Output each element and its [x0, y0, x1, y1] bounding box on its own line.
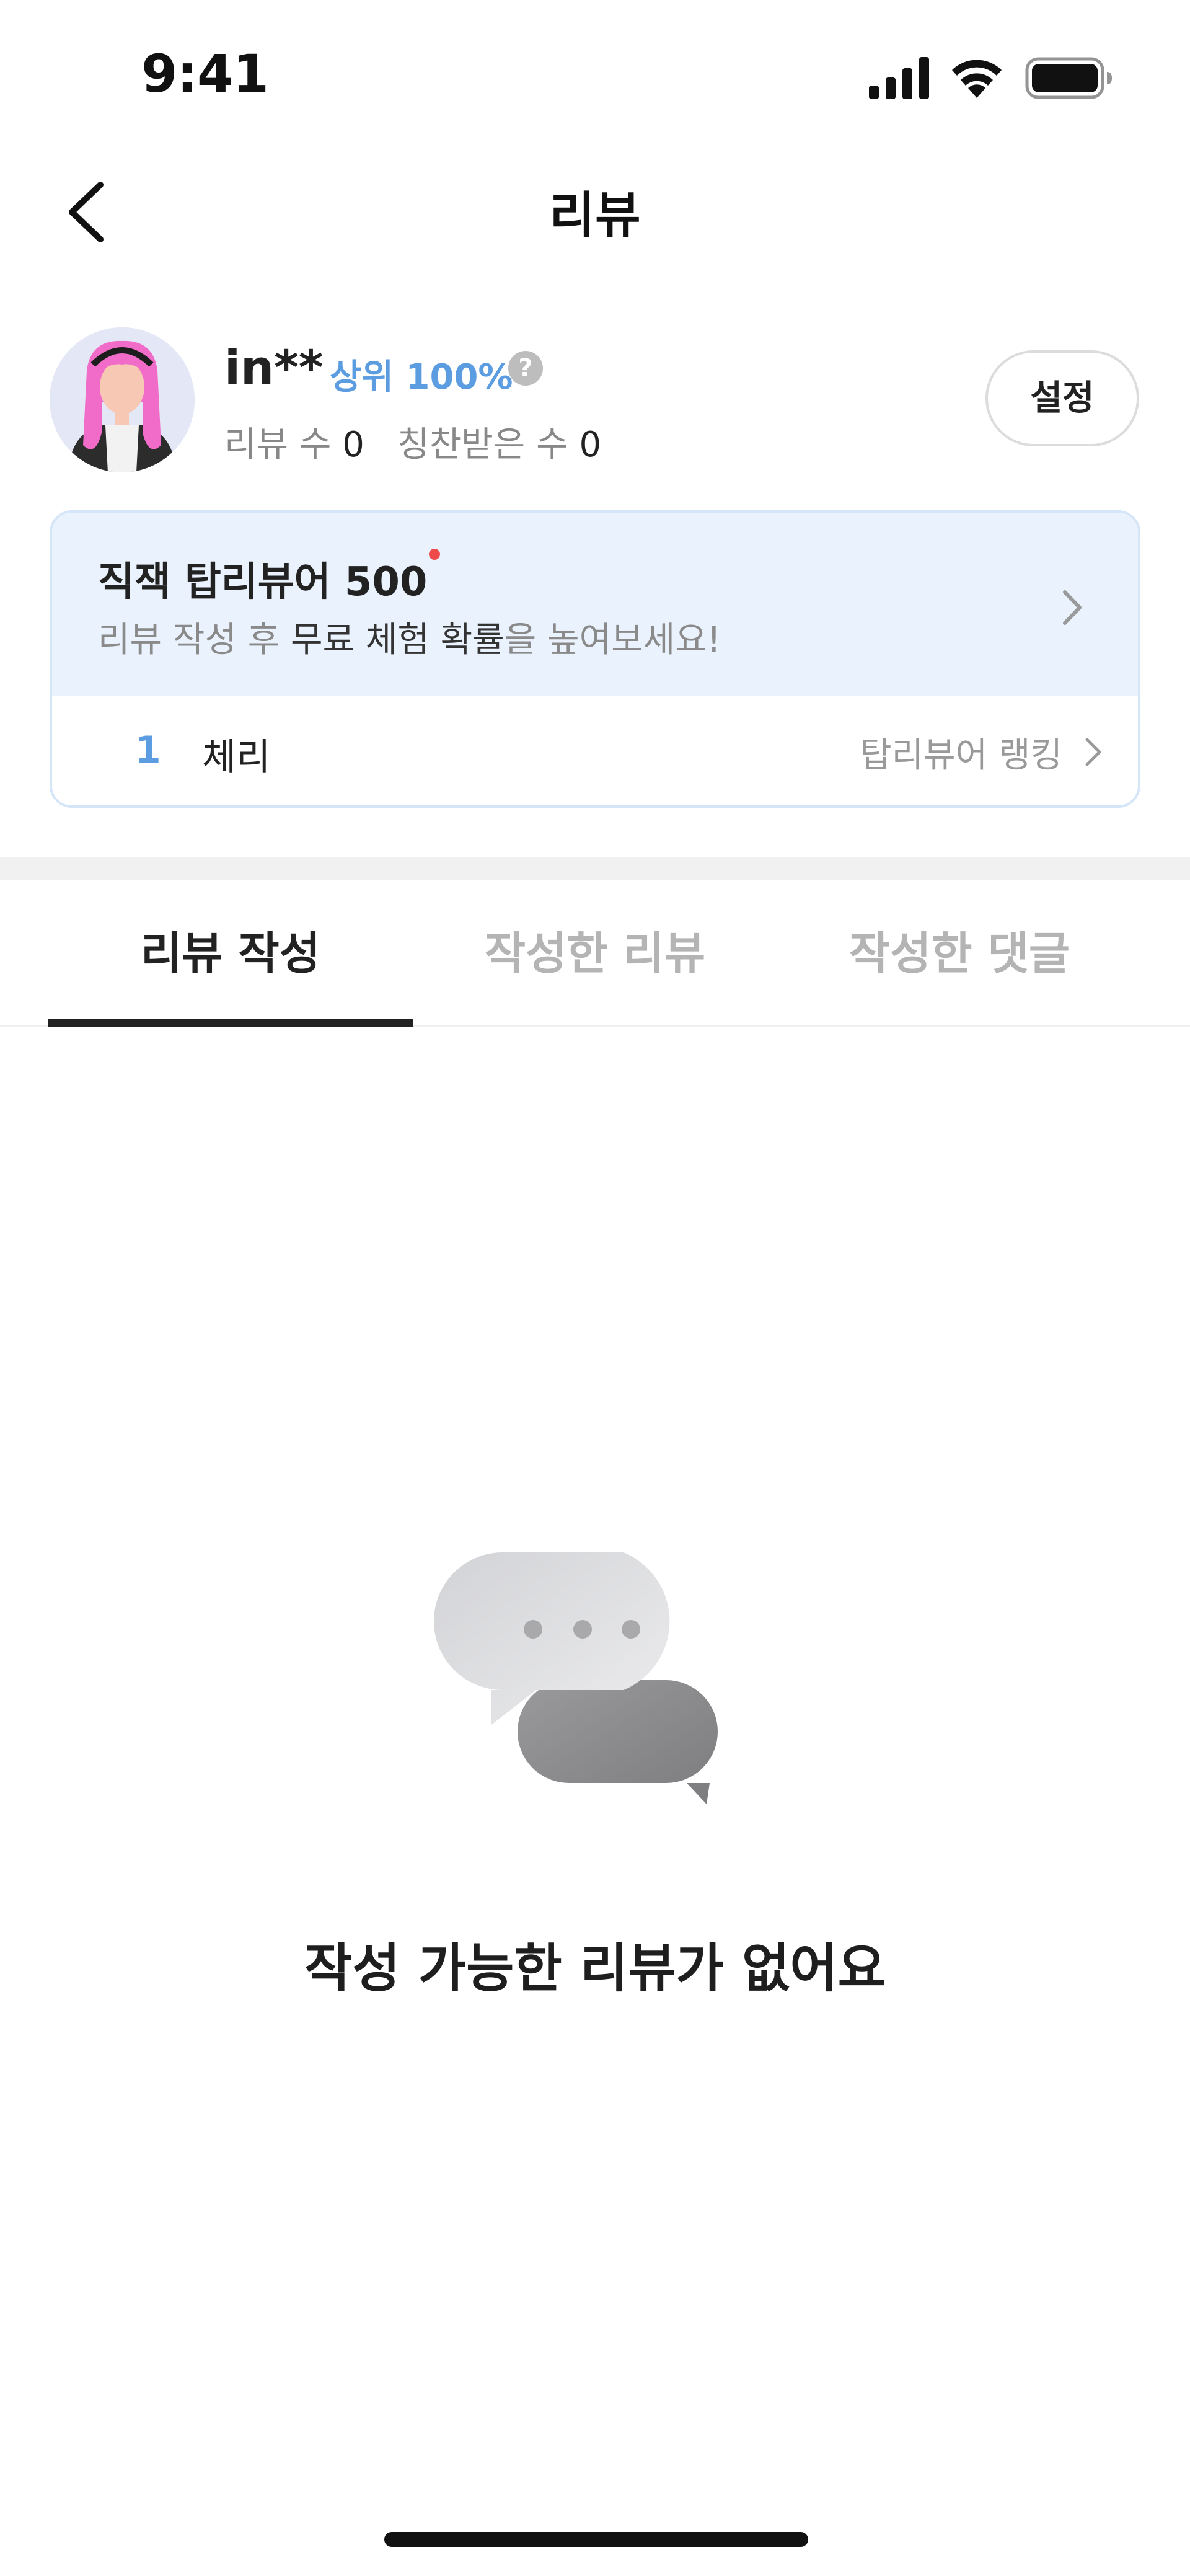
rank-number: 1 — [135, 728, 161, 772]
rank-item-name: 체리 — [202, 736, 271, 779]
chat-bubbles-icon — [434, 1552, 718, 1804]
praise-count: 0 — [579, 425, 602, 465]
settings-button[interactable]: 설정 — [985, 350, 1139, 446]
active-tab-indicator — [48, 1019, 413, 1027]
tab-written-comments[interactable]: 작성한 댓글 — [777, 880, 1142, 1027]
rank-badge: 상위 100% — [330, 357, 513, 397]
ranking-link-label: 탑리뷰어 랭킹 — [860, 735, 1062, 776]
profile-stats: 리뷰 수 0 칭찬받은 수 0 — [224, 417, 601, 467]
page-title: 리뷰 — [549, 187, 641, 244]
desc-emphasis: 무료 체험 확률 — [291, 620, 505, 660]
signal-icon — [869, 57, 929, 99]
section-divider — [0, 857, 1190, 880]
top-reviewer-rank-row: 1 체리 탑리뷰어 랭킹 — [52, 696, 1138, 805]
new-badge-dot — [429, 549, 440, 560]
tab-bar: 리뷰 작성 작성한 리뷰 작성한 댓글 — [0, 880, 1190, 1027]
desc-suffix: 을 높여보세요! — [504, 620, 721, 660]
avatar-illustration — [50, 327, 195, 472]
status-time: 9:41 — [141, 43, 269, 104]
avatar[interactable] — [50, 327, 195, 472]
chevron-right-icon — [1085, 738, 1101, 766]
empty-state-message: 작성 가능한 리뷰가 없어요 — [304, 1938, 886, 1999]
praise-count-label: 칭찬받은 수 — [397, 425, 568, 465]
help-icon[interactable]: ? — [508, 351, 543, 386]
tab-written-reviews[interactable]: 작성한 리뷰 — [413, 880, 777, 1027]
top-reviewer-card: 직잭 탑리뷰어 500 리뷰 작성 후 무료 체험 확률을 높여보세요! 1 체… — [50, 510, 1140, 808]
desc-prefix: 리뷰 작성 후 — [98, 620, 291, 660]
chevron-right-icon — [1063, 590, 1082, 625]
top-reviewer-banner[interactable]: 직잭 탑리뷰어 500 리뷰 작성 후 무료 체험 확률을 높여보세요! — [52, 513, 1138, 696]
top-reviewer-title: 직잭 탑리뷰어 500 — [98, 559, 428, 605]
wifi-icon — [952, 60, 1002, 98]
home-indicator[interactable] — [384, 2532, 808, 2547]
review-count: 0 — [342, 425, 364, 465]
user-nickname: in** — [224, 340, 324, 395]
status-bar: 9:41 — [0, 0, 1190, 143]
review-count-label: 리뷰 수 — [224, 425, 332, 465]
top-reviewer-description: 리뷰 작성 후 무료 체험 확률을 높여보세요! — [98, 612, 721, 662]
battery-icon — [1025, 57, 1112, 99]
tab-write-review[interactable]: 리뷰 작성 — [48, 880, 413, 1027]
top-reviewer-ranking-link[interactable]: 탑리뷰어 랭킹 — [860, 722, 1106, 782]
